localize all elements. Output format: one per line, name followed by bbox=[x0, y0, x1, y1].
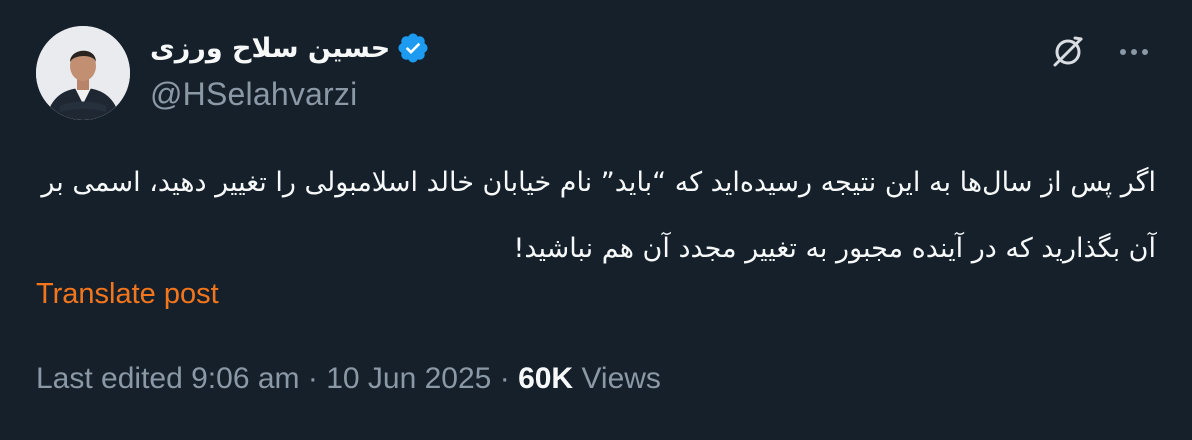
edited-time[interactable]: 9:06 am bbox=[191, 362, 299, 395]
more-options-icon[interactable] bbox=[1112, 30, 1156, 74]
grok-icon[interactable] bbox=[1046, 30, 1090, 74]
tweet-text: اگر پس از سال‌ها به این نتیجه رسیده‌اید … bbox=[41, 167, 1156, 264]
tweet-meta: Last edited 9:06 am · 10 Jun 2025 · 60K … bbox=[36, 362, 661, 396]
views-count[interactable]: 60K bbox=[518, 362, 573, 395]
author-name-row[interactable]: حسین سلاح ورزی bbox=[150, 26, 430, 70]
edited-date[interactable]: 10 Jun 2025 bbox=[326, 362, 491, 395]
avatar[interactable] bbox=[36, 26, 130, 120]
verified-badge-icon[interactable] bbox=[396, 31, 430, 65]
meta-separator: · bbox=[499, 362, 510, 395]
author-display-name[interactable]: حسین سلاح ورزی bbox=[150, 33, 390, 64]
author-handle[interactable]: @HSelahvarzi bbox=[150, 76, 357, 113]
edited-label[interactable]: Last edited bbox=[36, 362, 183, 395]
translate-post-link[interactable]: Translate post bbox=[36, 278, 219, 311]
meta-separator: · bbox=[307, 362, 318, 395]
views-label[interactable]: Views bbox=[581, 362, 660, 395]
